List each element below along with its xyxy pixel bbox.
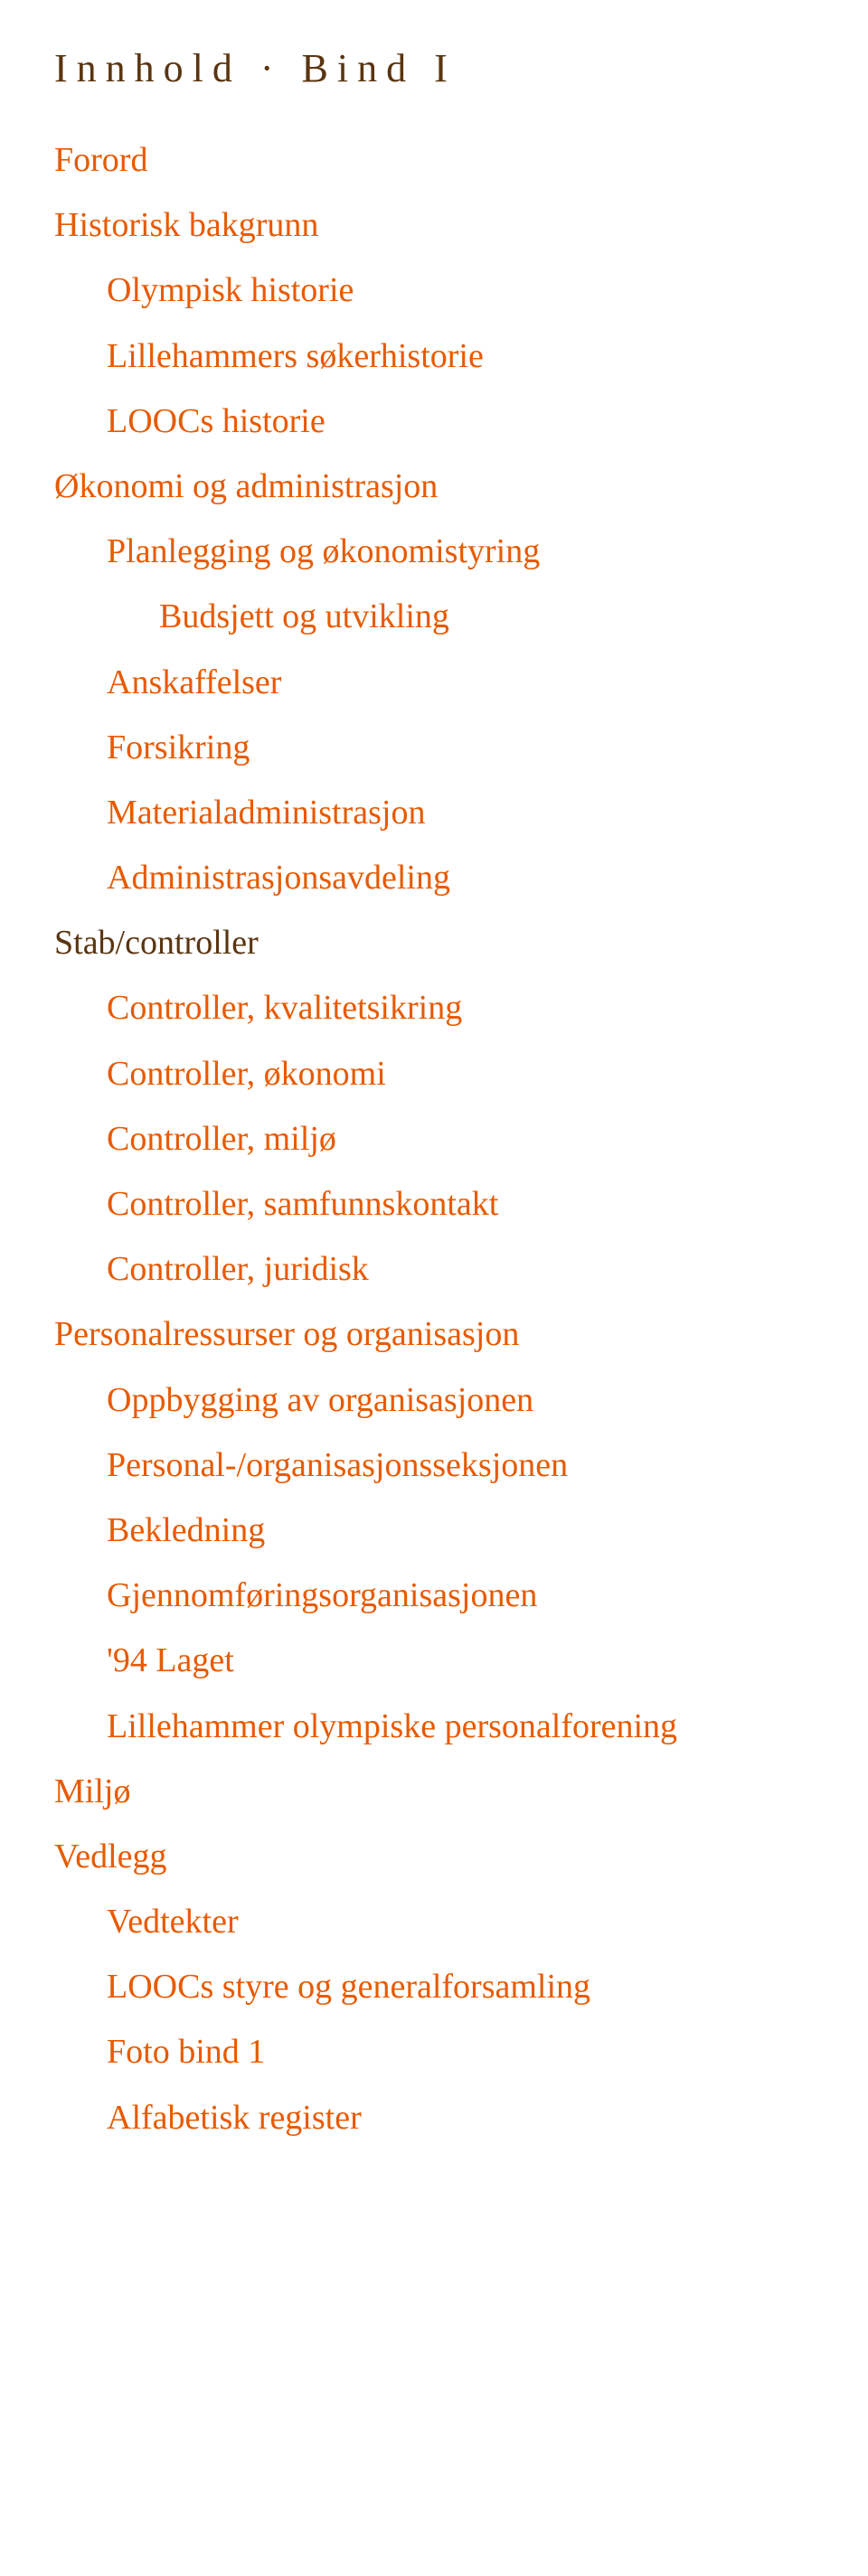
toc-entry-label: Controller, kvalitetsikring [107, 989, 462, 1027]
toc-entry-label: Vedlegg [54, 1838, 167, 1876]
toc-entry[interactable]: Anskaffelser [107, 650, 832, 715]
toc-entry-label: LOOCs historie [107, 402, 326, 440]
toc-entry-label: Lillehammers søkerhistorie [107, 337, 484, 375]
toc-entry[interactable]: Personal-/organisasjonsseksjonen [107, 1433, 832, 1498]
toc-entry-label: Controller, samfunnskontakt [107, 1185, 498, 1223]
toc-entry[interactable]: Controller, økonomi [107, 1041, 832, 1106]
toc-entry-label: Administrasjonsavdeling [107, 859, 450, 897]
toc-entry-label: Lillehammer olympiske personalforening [107, 1707, 677, 1745]
toc-entry-label: Personal-/organisasjonsseksjonen [107, 1446, 568, 1484]
toc-entry-label: Økonomi og administrasjon [54, 467, 438, 505]
toc-entry[interactable]: Personalressurser og organisasjon [54, 1302, 832, 1367]
toc-entry-label: Controller, miljø [107, 1120, 336, 1158]
toc-entry-label: Planlegging og økonomistyring [107, 532, 540, 570]
toc-entry[interactable]: Økonomi og administrasjon [54, 454, 832, 519]
toc-entry[interactable]: Lillehammer olympiske personalforening [107, 1694, 832, 1759]
toc-entry[interactable]: Miljø [54, 1759, 832, 1824]
toc-entry[interactable]: Planlegging og økonomistyring [107, 519, 832, 584]
toc-entry-label: Personalressurser og organisasjon [54, 1315, 519, 1353]
toc-entry-label: Materialadministrasjon [107, 794, 425, 832]
toc-entry-label: Olympisk historie [107, 271, 354, 309]
toc-entry[interactable]: Controller, miljø [107, 1106, 832, 1171]
toc-entry[interactable]: Oppbygging av organisasjonen [107, 1368, 832, 1433]
toc-entry[interactable]: Vedtekter [107, 1889, 832, 1954]
toc-entry[interactable]: Foto bind 1 [107, 2019, 832, 2084]
toc-entry-label: Gjennomføringsorganisasjonen [107, 1576, 537, 1614]
toc-entry-label: Forord [54, 141, 147, 179]
page-container: Innhold · Bind I Forord Historisk bakgrun… [0, 0, 868, 2186]
toc-entry-label: Budsjett og utvikling [159, 597, 449, 635]
page-title: Innhold · Bind I [54, 45, 832, 91]
toc-entry-label: Anskaffelser [107, 663, 281, 701]
toc-entry: Stab/controller [54, 910, 832, 975]
toc-entry[interactable]: '94 Laget [107, 1628, 832, 1693]
toc-entry-label: '94 Laget [107, 1641, 234, 1679]
toc-entry-label: Stab/controller [54, 924, 259, 962]
toc-entry[interactable]: Controller, samfunnskontakt [107, 1171, 832, 1236]
toc-entry-label: Alfabetisk register [107, 2099, 362, 2137]
toc-entry-label: Foto bind 1 [107, 2033, 265, 2071]
toc-entry[interactable]: LOOCs styre og generalforsamling [107, 1954, 832, 2019]
toc-entry[interactable]: Budsjett og utvikling [159, 584, 832, 649]
toc-entry[interactable]: Alfabetisk register [107, 2085, 832, 2150]
toc-entry[interactable]: Lillehammers søkerhistorie [107, 324, 832, 389]
toc-entry[interactable]: Controller, juridisk [107, 1236, 832, 1302]
toc-entry-label: Oppbygging av organisasjonen [107, 1381, 533, 1419]
toc-entry-label: Historisk bakgrunn [54, 206, 318, 244]
toc-entry-label: Forsikring [107, 729, 250, 766]
toc-entry-label: Controller, økonomi [107, 1055, 386, 1093]
toc-entry[interactable]: Controller, kvalitetsikring [107, 975, 832, 1040]
toc-entry[interactable]: LOOCs historie [107, 389, 832, 454]
toc-entry-label: LOOCs styre og generalforsamling [107, 1968, 590, 2006]
toc-entry[interactable]: Vedlegg [54, 1824, 832, 1889]
toc-entry[interactable]: Forsikring [107, 715, 832, 780]
toc-entry[interactable]: Gjennomføringsorganisasjonen [107, 1563, 832, 1628]
toc-entry-label: Vedtekter [107, 1903, 239, 1941]
toc-list: Forord Historisk bakgrunn Olympisk histori… [54, 127, 832, 2150]
toc-entry-label: Bekledning [107, 1511, 265, 1549]
toc-entry-label: Miljø [54, 1772, 130, 1810]
toc-entry-label: Controller, juridisk [107, 1250, 369, 1288]
toc-entry[interactable]: Bekledning [107, 1498, 832, 1563]
toc-entry[interactable]: Administrasjonsavdeling [107, 845, 832, 910]
toc-entry[interactable]: Olympisk historie [107, 258, 832, 323]
toc-entry[interactable]: Materialadministrasjon [107, 780, 832, 845]
toc-entry[interactable]: Historisk bakgrunn [54, 193, 832, 258]
toc-entry[interactable]: Forord [54, 127, 832, 193]
